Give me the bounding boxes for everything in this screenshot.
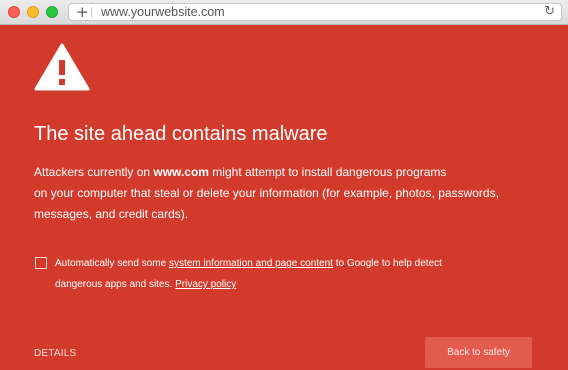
- privacy-policy-link[interactable]: Privacy policy: [175, 279, 236, 290]
- send-report-checkbox[interactable]: [35, 257, 47, 269]
- description-line-3: messages, and credit cards).: [34, 207, 189, 221]
- browser-toolbar: + www.yourwebsite.com ↻: [0, 0, 568, 25]
- details-button[interactable]: DETAILS: [34, 348, 76, 359]
- address-bar-divider: [91, 7, 92, 18]
- url-text[interactable]: www.yourwebsite.com: [101, 4, 225, 20]
- reload-icon[interactable]: ↻: [544, 4, 555, 20]
- warning-description: Attackers currently on www.com might att…: [34, 162, 534, 225]
- site-domain: www.com: [153, 165, 209, 179]
- close-window-button[interactable]: [8, 6, 20, 18]
- warning-triangle-icon: [34, 43, 90, 96]
- address-bar[interactable]: + www.yourwebsite.com ↻: [68, 3, 562, 21]
- consent-middle: to Google to help detect: [332, 258, 442, 269]
- system-info-link[interactable]: system information and page content: [169, 258, 333, 269]
- consent-prefix: Automatically send some: [55, 258, 169, 269]
- consent-text: Automatically send some system informati…: [55, 253, 525, 295]
- description-line-1: might attempt to install dangerous progr…: [208, 165, 447, 179]
- zoom-window-button[interactable]: [46, 6, 58, 18]
- minimize-window-button[interactable]: [27, 6, 39, 18]
- consent-line-2: dangerous apps and sites.: [55, 279, 176, 290]
- description-prefix: Attackers currently on: [34, 165, 154, 179]
- back-to-safety-button[interactable]: Back to safety: [425, 337, 532, 368]
- page-title: The site ahead contains malware: [34, 123, 328, 145]
- description-line-2: on your computer that steal or delete yo…: [34, 186, 499, 200]
- plus-icon[interactable]: +: [76, 3, 89, 21]
